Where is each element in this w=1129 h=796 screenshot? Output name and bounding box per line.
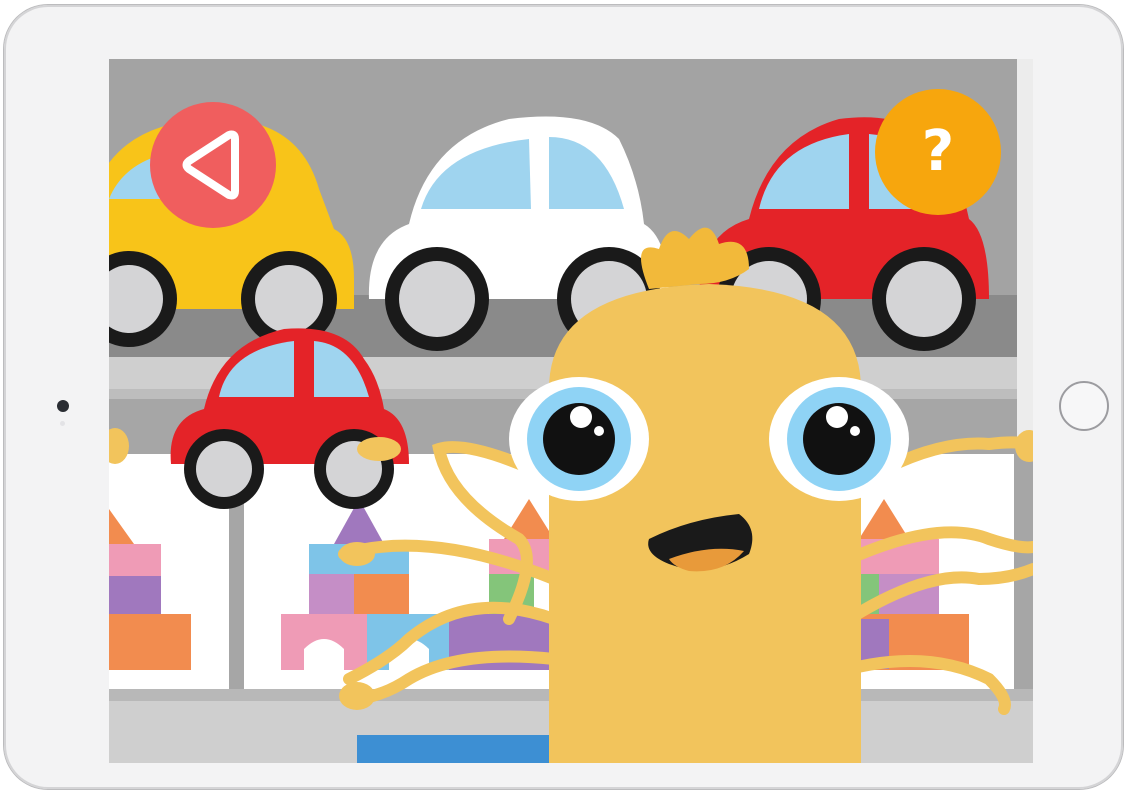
ambient-sensor bbox=[60, 421, 65, 426]
question-mark-icon: ? bbox=[921, 119, 955, 184]
front-camera bbox=[57, 400, 69, 412]
help-button[interactable]: ? bbox=[875, 89, 1001, 215]
play-left-triangle-icon bbox=[182, 130, 239, 200]
home-button[interactable] bbox=[1059, 381, 1109, 431]
back-button[interactable] bbox=[150, 102, 276, 228]
tablet-frame: ? bbox=[4, 5, 1123, 789]
game-screen: ? bbox=[109, 59, 1033, 763]
